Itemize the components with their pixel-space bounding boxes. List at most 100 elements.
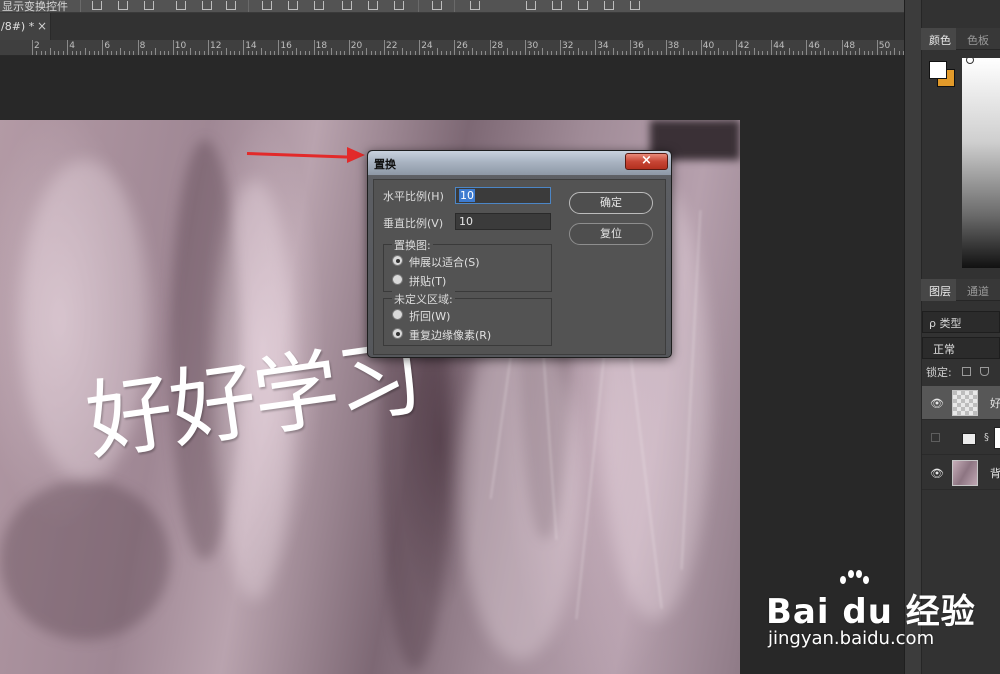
ruler-minor-tick	[84, 48, 86, 55]
lock-transparent-icon[interactable]	[962, 367, 971, 376]
ruler-minor-tick	[626, 51, 627, 55]
reset-button[interactable]: 复位	[569, 223, 653, 245]
ruler-minor-tick	[212, 51, 214, 55]
ruler-number: 20	[350, 41, 363, 51]
lock-label: 锁定:	[926, 366, 952, 379]
ruler-minor-tick	[850, 51, 852, 55]
layer-mask-thumbnail[interactable]	[994, 427, 1000, 449]
ruler-number: 34	[597, 41, 609, 51]
ruler-minor-tick	[428, 51, 429, 55]
options-bar-label[interactable]: 显示变换控件	[2, 0, 68, 14]
ruler-major-tick	[524, 40, 526, 55]
layer-thumbnail	[952, 460, 978, 486]
layer-name: 背	[990, 467, 1000, 480]
document-tab[interactable]: /8#) * ×	[0, 13, 51, 40]
layer-adjustment[interactable]: §	[922, 421, 1000, 455]
ruler-minor-tick	[225, 48, 227, 55]
ruler-minor-tick	[573, 51, 575, 55]
dialog-titlebar[interactable]: 置换 ×	[368, 151, 671, 175]
ruler-minor-tick	[45, 51, 47, 55]
ruler-minor-tick	[846, 51, 847, 55]
ruler-minor-tick	[854, 51, 856, 55]
tab-swatches[interactable]: 色板	[967, 32, 989, 48]
ruler-minor-tick	[379, 51, 381, 55]
ruler-minor-tick	[476, 51, 478, 55]
tab-color[interactable]: 颜色	[929, 32, 951, 48]
ruler-minor-tick	[718, 48, 720, 55]
foreground-color-swatch[interactable]	[929, 61, 947, 79]
color-picker-cursor[interactable]	[966, 56, 974, 64]
visibility-off-box[interactable]	[931, 433, 940, 442]
tab-channels[interactable]: 通道	[967, 283, 989, 299]
ruler-major-tick	[665, 40, 667, 55]
layer-name: 好	[990, 397, 1000, 410]
3d-rotate-icon[interactable]	[526, 1, 536, 10]
ruler-minor-tick	[164, 51, 165, 55]
radio-button[interactable]	[392, 309, 403, 320]
color-picker-field[interactable]	[962, 56, 1000, 268]
ruler-minor-tick	[775, 51, 777, 55]
radio-button[interactable]	[392, 255, 403, 266]
align-right-icon[interactable]	[226, 1, 236, 10]
ruler-minor-tick	[177, 51, 179, 55]
distribute-left-icon[interactable]	[342, 1, 352, 10]
ruler-minor-tick	[577, 48, 579, 55]
close-icon[interactable]: ×	[37, 19, 47, 33]
distribute-top-icon[interactable]	[262, 1, 272, 10]
ruler-minor-tick	[388, 51, 390, 55]
ruler-minor-tick	[815, 51, 817, 55]
dialog-close-button[interactable]: ×	[625, 153, 668, 170]
distribute-right-icon[interactable]	[394, 1, 404, 10]
ruler-minor-tick	[93, 51, 95, 55]
align-middle-icon[interactable]	[118, 1, 128, 10]
ruler-minor-tick	[643, 51, 645, 55]
ruler-minor-tick	[538, 51, 539, 55]
distribute-bottom-icon[interactable]	[314, 1, 324, 10]
displacement-map-group: 置换图: 伸展以适合(S) 拼贴(T)	[383, 237, 552, 292]
link-icon[interactable]: §	[984, 432, 989, 443]
ruler-number: 36	[632, 41, 644, 51]
ruler-minor-tick	[159, 51, 161, 55]
lock-brush-icon[interactable]	[980, 367, 989, 376]
ruler-minor-tick	[705, 51, 707, 55]
eye-icon[interactable]: 👁	[930, 467, 944, 480]
align-bottom-icon[interactable]	[144, 1, 154, 10]
auto-align-icon[interactable]	[432, 1, 442, 10]
distribute-middle-icon[interactable]	[288, 1, 298, 10]
radio-label: 拼贴(T)	[409, 275, 447, 288]
ruler-minor-tick	[788, 48, 790, 55]
ruler-minor-tick	[98, 51, 99, 55]
horizontal-scale-input[interactable]: 10	[455, 187, 551, 204]
dialog-body: 水平比例(H) 10 垂直比例(V) 10 确定 复位 置换图: 伸展以适合(S…	[373, 179, 666, 355]
ruler-number: 42	[738, 41, 750, 51]
horizontal-ruler[interactable]: 2 4 6 8 10 12 14 16 18 20 22 24 26 28 30 32 34 36 38 40 42 44…	[0, 40, 909, 56]
ruler-major-tick	[384, 40, 385, 55]
3d-pan-icon[interactable]	[578, 1, 588, 10]
radio-button[interactable]	[392, 328, 403, 339]
layer-text[interactable]: 👁 好	[922, 386, 1000, 420]
align-center-icon[interactable]	[202, 1, 212, 10]
blend-mode-select[interactable]: 正常	[922, 337, 1000, 359]
ok-button[interactable]: 确定	[569, 192, 653, 214]
ruler-minor-tick	[670, 51, 671, 55]
ruler-minor-tick	[863, 51, 865, 55]
fabric-crinkle	[575, 340, 607, 620]
3d-scale-icon[interactable]	[630, 1, 640, 10]
ruler-number: 44	[773, 41, 785, 51]
layer-background[interactable]: 👁 背	[922, 456, 1000, 490]
align-top-icon[interactable]	[92, 1, 102, 10]
ruler-minor-tick	[586, 51, 588, 55]
align-left-icon[interactable]	[176, 1, 186, 10]
distribute-center-icon[interactable]	[368, 1, 378, 10]
layer-kind-filter[interactable]: ρ 类型	[922, 311, 1000, 333]
radio-button[interactable]	[392, 274, 403, 285]
ruler-minor-tick	[494, 51, 495, 55]
ruler-minor-tick	[639, 51, 641, 55]
eye-icon[interactable]: 👁	[930, 397, 944, 410]
tab-layers[interactable]: 图层	[929, 283, 951, 299]
vertical-scale-input[interactable]: 10	[455, 213, 551, 230]
3d-mode-icon[interactable]	[470, 1, 480, 10]
ruler-minor-tick	[780, 51, 781, 55]
3d-slide-icon[interactable]	[604, 1, 614, 10]
3d-roll-icon[interactable]	[552, 1, 562, 10]
